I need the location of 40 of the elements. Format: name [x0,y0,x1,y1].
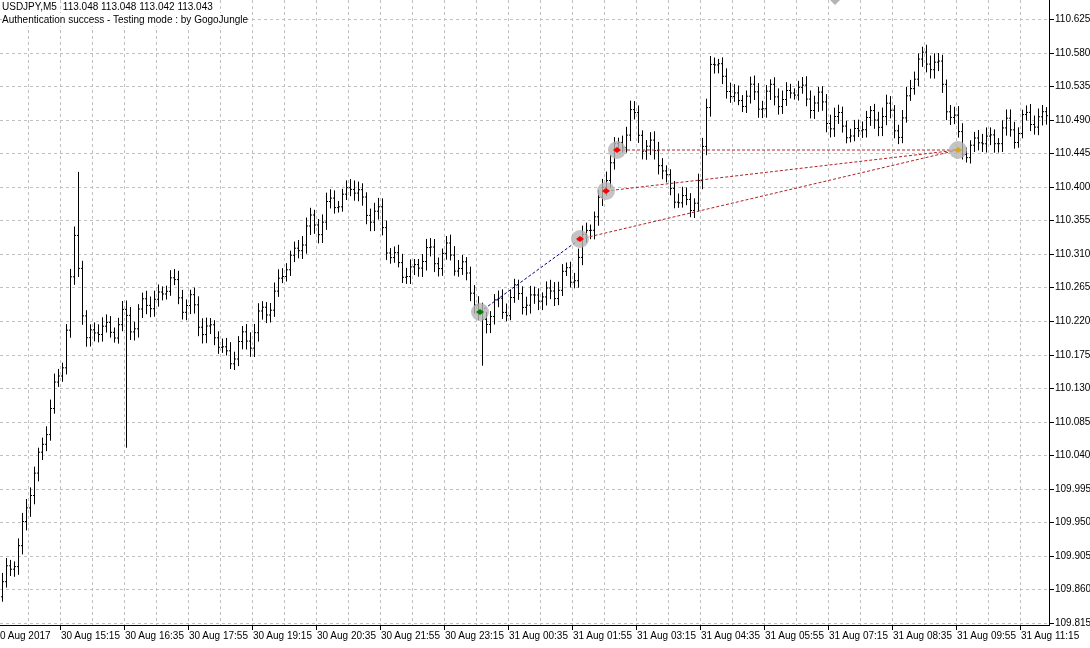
time-label: 31 Aug 09:55 [957,630,1016,642]
time-label: 31 Aug 11:15 [1021,630,1080,642]
price-label: 110.130 [1055,382,1090,394]
price-label: 110.400 [1055,181,1090,193]
price-label: 110.265 [1055,281,1090,293]
time-label: 31 Aug 03:15 [637,630,696,642]
time-label: 31 Aug 01:55 [573,630,632,642]
price-label: 110.220 [1055,315,1090,327]
time-label: 30 Aug 21:55 [381,630,440,642]
time-label: 30 Aug 16:35 [125,630,184,642]
time-label: 31 Aug 04:35 [701,630,760,642]
price-label: 110.580 [1055,47,1090,59]
time-label: 30 Aug 20:35 [317,630,376,642]
trade-marker-icon [571,230,589,248]
time-label: 30 Aug 17:55 [189,630,248,642]
time-label: 31 Aug 08:35 [893,630,952,642]
price-label: 110.310 [1055,248,1090,260]
price-label: 110.490 [1055,114,1090,126]
time-label: 31 Aug 00:35 [509,630,568,642]
price-label: 110.445 [1055,147,1090,159]
quote-label: 113.048 113.048 113.042 113.043 [62,0,213,13]
price-label: 110.625 [1055,13,1090,25]
symbol-label: USDJPY,M5 [2,0,57,13]
time-label: 30 Aug 19:15 [253,630,312,642]
time-label: 30 Aug 23:15 [445,630,504,642]
price-label: 110.175 [1055,349,1090,361]
status-text: Authentication success - Testing mode : by GogoJungle [2,13,249,26]
price-label: 109.950 [1055,516,1090,528]
time-label: 0 Aug 2017 [0,630,51,642]
price-label: 110.040 [1055,449,1090,461]
price-label: 109.815 [1055,617,1090,629]
price-label: 110.355 [1055,214,1090,226]
price-label: 109.860 [1055,583,1090,595]
price-label: 110.085 [1055,416,1090,428]
time-label: 31 Aug 05:55 [765,630,824,642]
time-label: 31 Aug 07:15 [829,630,888,642]
time-label: 30 Aug 15:15 [61,630,120,642]
price-label: 110.535 [1055,80,1090,92]
price-label: 109.995 [1055,483,1090,495]
price-label: 109.905 [1055,550,1090,562]
